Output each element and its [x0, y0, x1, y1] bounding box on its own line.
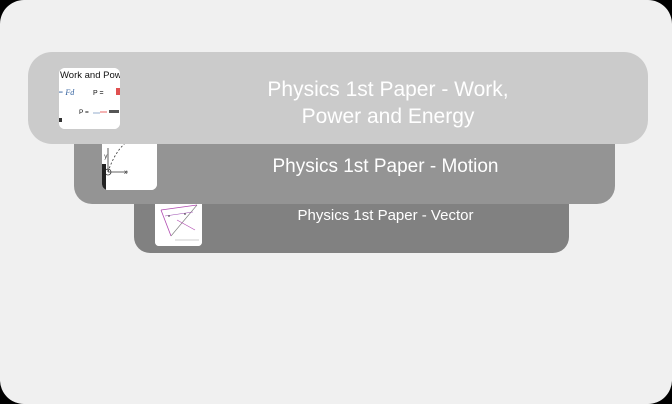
app-frame: Physics 1st Paper - Vector y x Physics 1… [0, 0, 672, 404]
course-title-vector: Physics 1st Paper - Vector [297, 207, 474, 224]
work-thumb-formula-left: = Fd [59, 88, 75, 97]
vector-thumbnail [155, 200, 202, 246]
course-title-work-power-energy: Physics 1st Paper - Work, Power and Ener… [138, 76, 638, 130]
work-thumb-formula-bottom: P = [79, 109, 89, 116]
course-title-line-1: Physics 1st Paper - Work, [267, 78, 509, 101]
motion-thumb-x-label: x [124, 169, 128, 176]
course-title-line-2: Power and Energy [301, 105, 475, 128]
motion-thumb-y-label: y [104, 153, 108, 160]
work-thumb-formula-right: P = [93, 90, 104, 97]
work-power-energy-thumbnail: Work and Pow = Fd P = P = [59, 68, 120, 129]
course-title-motion: Physics 1st Paper - Motion [272, 156, 499, 177]
work-thumb-heading: Work and Pow [60, 70, 120, 81]
course-card-work-power-energy[interactable]: Work and Pow = Fd P = P = Physics 1st Pa… [28, 52, 648, 144]
